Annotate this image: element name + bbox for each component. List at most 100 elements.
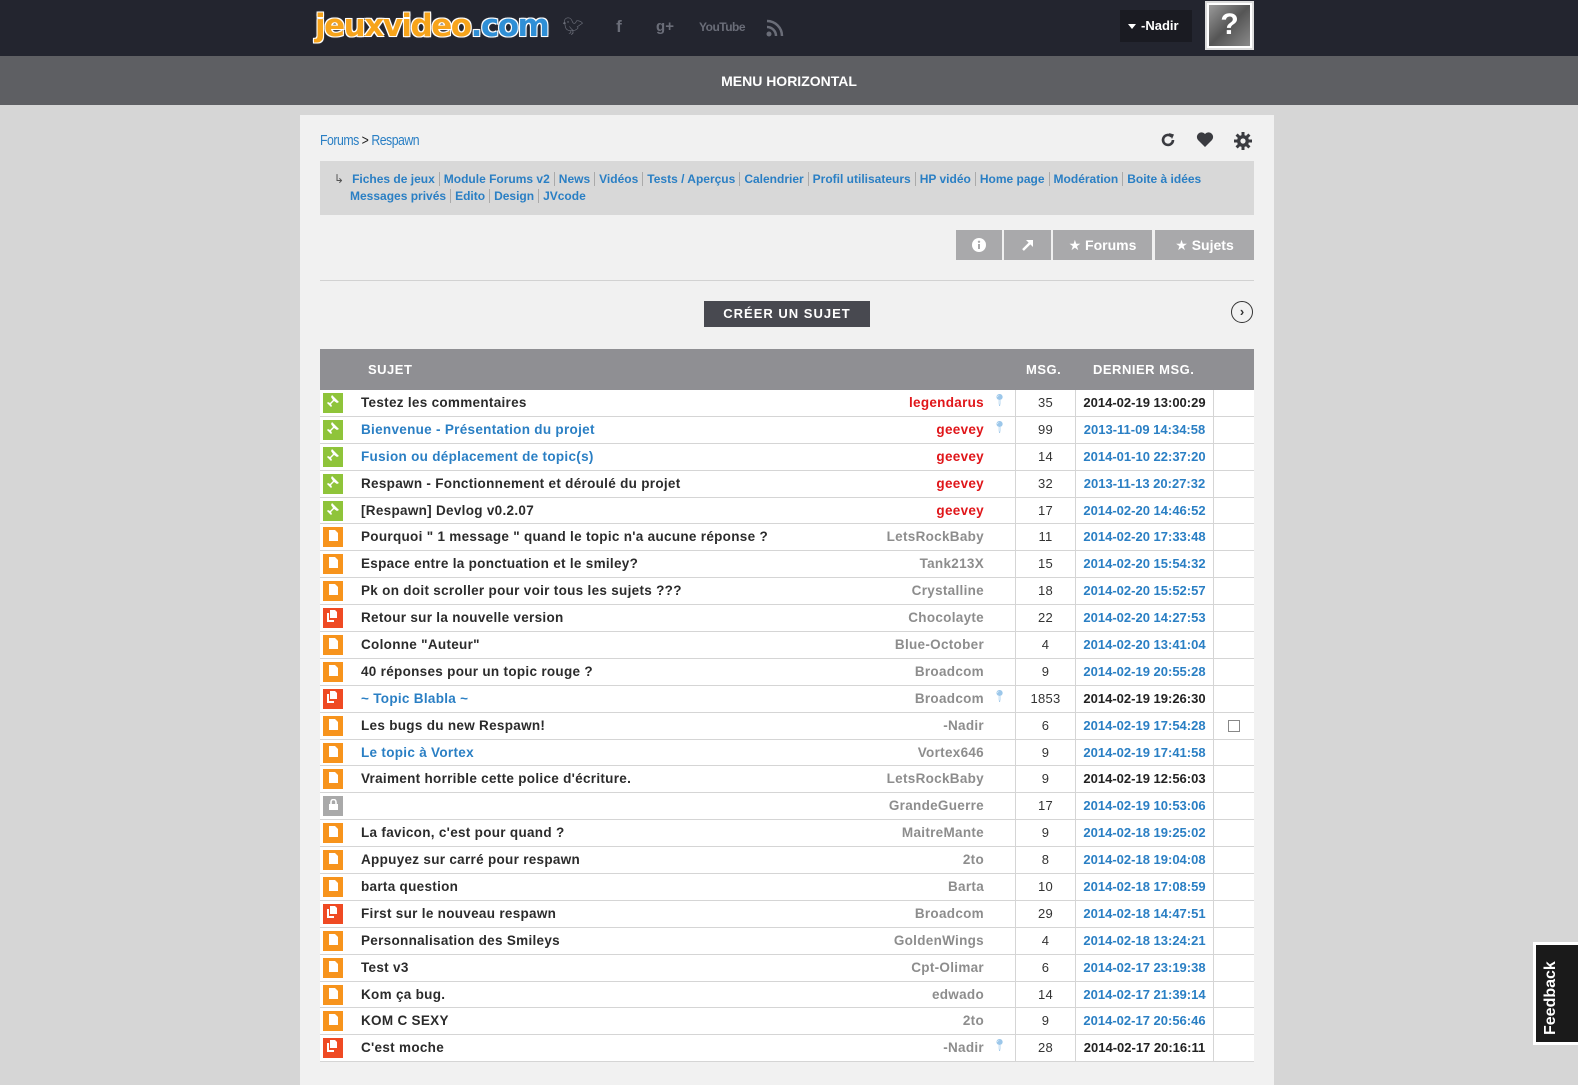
topic-author[interactable]: Broadcom	[915, 901, 984, 927]
info-button[interactable]	[956, 230, 1002, 260]
last-message-date[interactable]: 2014-02-20 13:41:04	[1075, 632, 1214, 659]
last-message-date[interactable]: 2014-02-17 20:16:11	[1075, 1035, 1214, 1062]
topic-author[interactable]: -Nadir	[943, 713, 984, 739]
topic-author[interactable]: geevey	[936, 471, 984, 497]
topic-title[interactable]: Les bugs du new Respawn!	[361, 713, 545, 739]
table-row[interactable]: Fusion ou déplacement de topic(s) geevey 1…	[320, 443, 1254, 471]
table-row[interactable]: Kom ça bug. edwado 14 2014-02-17 21:39:14	[320, 981, 1254, 1009]
table-row[interactable]: Vraiment horrible cette police d'écritur…	[320, 766, 1254, 794]
table-row[interactable]: First sur le nouveau respawn Broadcom 29 20…	[320, 900, 1254, 928]
header-subject[interactable]: SUJET	[368, 349, 412, 390]
table-row[interactable]: Pk on doit scroller pour voir tous les s…	[320, 578, 1254, 606]
table-row[interactable]: Respawn - Fonctionnement et déroulé du p…	[320, 470, 1254, 498]
topic-title[interactable]: Retour sur la nouvelle version	[361, 605, 564, 631]
subnav-link[interactable]: Module Forums v2	[439, 172, 555, 186]
rss-icon[interactable]	[765, 14, 785, 40]
last-message-date[interactable]: 2014-02-17 21:39:14	[1075, 981, 1214, 1008]
subnav-link[interactable]: Calendrier	[740, 172, 809, 186]
topic-author[interactable]: LetsRockBaby	[887, 524, 984, 550]
table-row[interactable]: Le topic à Vortex Vortex646 9 2014-02-19 17…	[320, 739, 1254, 767]
subnav-link[interactable]: Modération	[1049, 172, 1124, 186]
topic-title[interactable]: C'est moche	[361, 1035, 444, 1061]
topic-author[interactable]: MaitreMante	[902, 820, 984, 846]
topic-author[interactable]: Blue-October	[895, 632, 984, 658]
topic-author[interactable]: Chocolayte	[908, 605, 984, 631]
topic-author[interactable]: Broadcom	[915, 659, 984, 685]
subnav-link[interactable]: Boite à idées	[1123, 172, 1205, 186]
table-row[interactable]: Pourquoi " 1 message " quand le topic n'…	[320, 524, 1254, 552]
favorite-topics-button[interactable]: ★ Sujets	[1155, 230, 1254, 260]
google-plus-icon[interactable]: g+	[652, 14, 678, 40]
topic-author[interactable]: geevey	[936, 498, 984, 524]
facebook-icon[interactable]: f	[610, 14, 628, 40]
table-row[interactable]: KOM C SEXY 2to 9 2014-02-17 20:56:46	[320, 1008, 1254, 1036]
table-row[interactable]: Test v3 Cpt-Olimar 6 2014-02-17 23:19:38	[320, 954, 1254, 982]
header-last-msg[interactable]: DERNIER MSG.	[1093, 349, 1194, 390]
table-row[interactable]: Espace entre la ponctuation et le smiley…	[320, 551, 1254, 579]
last-message-date[interactable]: 2014-02-18 19:25:02	[1075, 820, 1214, 847]
topic-title[interactable]: barta question	[361, 874, 458, 900]
topic-title[interactable]: Espace entre la ponctuation et le smiley…	[361, 551, 638, 577]
avatar[interactable]: ?	[1205, 1, 1254, 50]
table-row[interactable]: Personnalisation des Smileys GoldenWings 4…	[320, 927, 1254, 955]
topic-author[interactable]: GoldenWings	[894, 928, 984, 954]
last-message-date[interactable]: 2013-11-13 20:27:32	[1075, 470, 1214, 497]
topic-author[interactable]: 2to	[963, 1008, 984, 1034]
table-row[interactable]: Bienvenue - Présentation du projet geevey…	[320, 416, 1254, 444]
horizontal-menu[interactable]: MENU HORIZONTAL	[0, 56, 1578, 105]
next-page-icon[interactable]: ›	[1231, 301, 1253, 323]
topic-author[interactable]: Crystalline	[912, 578, 984, 604]
table-row[interactable]: GrandeGuerre 17 2014-02-19 10:53:06	[320, 793, 1254, 821]
last-message-date[interactable]: 2014-02-18 14:47:51	[1075, 900, 1214, 927]
user-menu[interactable]: -Nadir	[1120, 10, 1192, 42]
last-message-date[interactable]: 2014-02-17 23:19:38	[1075, 954, 1214, 981]
topic-title[interactable]: Kom ça bug.	[361, 982, 445, 1008]
topic-title[interactable]: ~ Topic Blabla ~	[361, 686, 468, 712]
breadcrumb-respawn[interactable]: Respawn	[371, 132, 419, 149]
subnav-link[interactable]: JVcode	[539, 189, 590, 203]
subnav-link[interactable]: Edito	[451, 189, 491, 203]
twitter-icon[interactable]: 🐦︎	[562, 14, 584, 40]
topic-title[interactable]: Personnalisation des Smileys	[361, 928, 560, 954]
last-message-date[interactable]: 2014-02-18 19:04:08	[1075, 847, 1214, 874]
last-message-date[interactable]: 2014-02-20 15:52:57	[1075, 578, 1214, 605]
last-message-date[interactable]: 2014-02-19 19:26:30	[1075, 685, 1214, 712]
subnav-link[interactable]: Design	[490, 189, 540, 203]
subnav-link[interactable]: Fiches de jeux	[348, 172, 440, 186]
favorite-forums-button[interactable]: ★ Forums	[1053, 230, 1152, 260]
subnav-link[interactable]: Messages privés	[346, 189, 452, 203]
last-message-date[interactable]: 2014-02-20 15:54:32	[1075, 551, 1214, 578]
topic-title[interactable]: Appuyez sur carré pour respawn	[361, 847, 580, 873]
topic-title[interactable]: Testez les commentaires	[361, 390, 527, 416]
topic-author[interactable]: geevey	[936, 444, 984, 470]
subnav-link[interactable]: News	[554, 172, 596, 186]
table-row[interactable]: La favicon, c'est pour quand ? MaitreMant…	[320, 820, 1254, 848]
topic-author[interactable]: Vortex646	[918, 740, 984, 766]
topic-author[interactable]: Barta	[948, 874, 984, 900]
table-row[interactable]: barta question Barta 10 2014-02-18 17:08:59	[320, 874, 1254, 901]
topic-author[interactable]: Cpt-Olimar	[911, 955, 984, 981]
topic-title[interactable]: Le topic à Vortex	[361, 740, 474, 766]
topic-title[interactable]: Colonne "Auteur"	[361, 632, 480, 658]
site-logo[interactable]: jeuxvideo.com	[315, 6, 550, 46]
table-row[interactable]: ~ Topic Blabla ~ Broadcom 📍︎ 1853 2014-02-19…	[320, 685, 1254, 713]
topic-title[interactable]: 40 réponses pour un topic rouge ?	[361, 659, 593, 685]
subnav-link[interactable]: Profil utilisateurs	[808, 172, 916, 186]
topic-title[interactable]: Pourquoi " 1 message " quand le topic n'…	[361, 524, 768, 550]
topic-author[interactable]: GrandeGuerre	[889, 793, 984, 819]
last-message-date[interactable]: 2014-02-19 12:56:03	[1075, 766, 1214, 793]
topic-title[interactable]: Pk on doit scroller pour voir tous les s…	[361, 578, 682, 604]
topic-title[interactable]: Bienvenue - Présentation du projet	[361, 417, 595, 443]
last-message-date[interactable]: 2014-02-19 13:00:29	[1075, 390, 1214, 416]
subnav-link[interactable]: Home page	[975, 172, 1050, 186]
last-message-date[interactable]: 2014-02-18 17:08:59	[1075, 874, 1214, 901]
create-topic-button[interactable]: CRÉER UN SUJET	[704, 301, 870, 327]
last-message-date[interactable]: 2014-02-20 14:27:53	[1075, 605, 1214, 632]
last-message-date[interactable]: 2014-02-19 17:54:28	[1075, 712, 1214, 739]
feedback-tab[interactable]: Feedback	[1533, 942, 1578, 1045]
heart-icon[interactable]	[1195, 131, 1215, 151]
table-row[interactable]: [Respawn] Devlog v0.2.07 geevey 17 2014-02-…	[320, 497, 1254, 525]
topic-title[interactable]: Fusion ou déplacement de topic(s)	[361, 444, 594, 470]
header-msg[interactable]: MSG.	[1026, 349, 1061, 390]
youtube-icon[interactable]: YouTube	[699, 14, 746, 40]
